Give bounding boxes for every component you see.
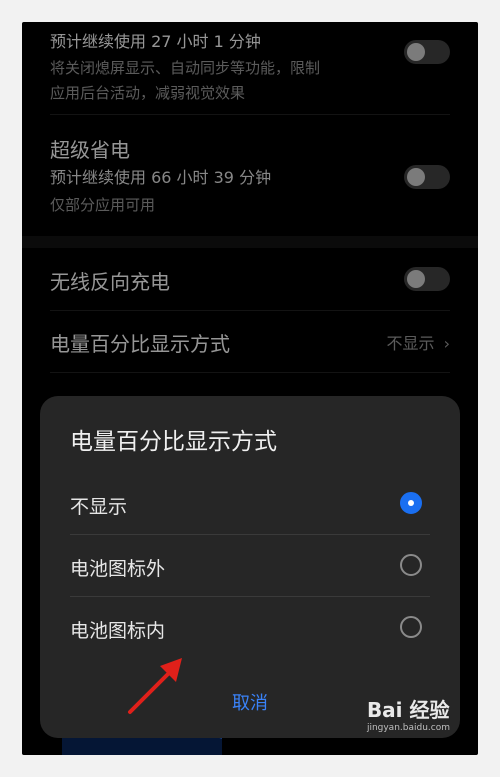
radio-unselected-icon[interactable] — [400, 616, 422, 638]
option-label: 不显示 — [70, 496, 128, 518]
watermark-brand: Bai 经验 — [366, 698, 450, 722]
option-divider — [70, 596, 430, 597]
option-hidden[interactable]: 不显示 — [70, 474, 430, 534]
annotation-arrow-icon — [128, 658, 182, 714]
option-outside-icon[interactable]: 电池图标外 — [70, 536, 430, 596]
option-inside-icon[interactable]: 电池图标内 — [70, 598, 430, 658]
phone-screen: 预计继续使用 27 小时 1 分钟 将关闭熄屏显示、自动同步等功能，限制 应用后… — [22, 22, 478, 755]
option-label: 电池图标外 — [70, 558, 166, 580]
dialog-title: 电量百分比显示方式 — [70, 429, 277, 455]
watermark-url: jingyan.baidu.com — [366, 723, 450, 733]
radio-selected-icon[interactable] — [400, 492, 422, 514]
radio-unselected-icon[interactable] — [400, 554, 422, 576]
option-divider — [70, 534, 430, 535]
option-label: 电池图标内 — [70, 620, 166, 642]
baidu-watermark: Bai 经验 jingyan.baidu.com — [367, 694, 450, 733]
battery-percentage-dialog: 电量百分比显示方式 不显示 电池图标外 电池图标内 取消 — [40, 396, 460, 738]
